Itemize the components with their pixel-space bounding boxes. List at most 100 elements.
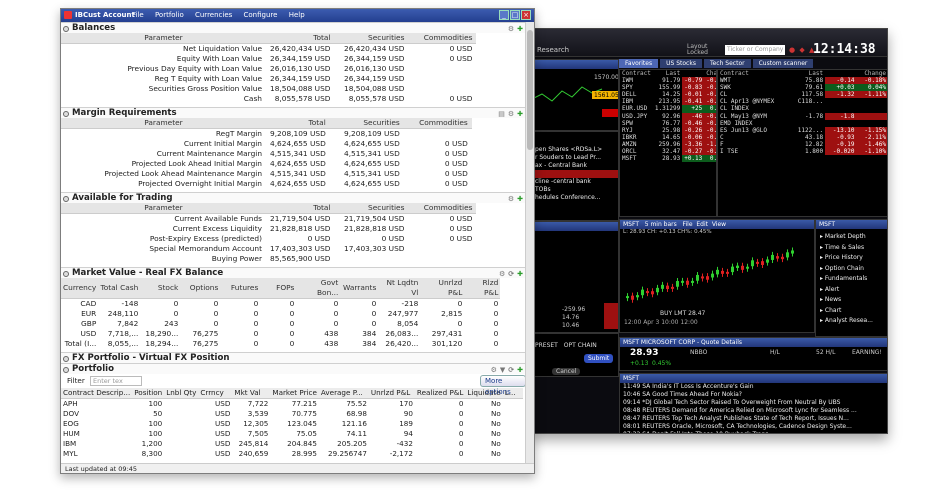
- column-header[interactable]: Futures: [220, 278, 261, 299]
- context-menu-item[interactable]: ▸ Time & Sales: [820, 243, 884, 254]
- news-item[interactable]: 08:47 REUTERS Top Tech Analyst Publishes…: [620, 415, 887, 423]
- column-header[interactable]: Total: [266, 118, 330, 129]
- column-header[interactable]: Contract Descrip...: [61, 388, 133, 399]
- preset-text[interactable]: PRESET: [535, 342, 558, 349]
- left-news-line[interactable]: hedules Conference...: [532, 194, 618, 202]
- watchlist-row[interactable]: ES Jun13 @GLO 1122... -13.10 -1.15%: [718, 126, 887, 134]
- column-header[interactable]: Market Price: [270, 388, 319, 399]
- chart-menu-file[interactable]: File: [683, 221, 693, 228]
- collapse-icon[interactable]: [63, 271, 69, 277]
- portfolio-row[interactable]: IBM 1,200 USD 245,814 204.845 205.205 -432 0 No: [61, 439, 523, 449]
- watchlist-row[interactable]: CL INDEX: [718, 105, 887, 112]
- settings-icon[interactable]: ⚙: [508, 195, 514, 203]
- column-header[interactable]: Securities: [334, 203, 409, 214]
- chart-menu-edit[interactable]: Edit: [696, 221, 708, 228]
- col-last[interactable]: Last: [653, 70, 682, 77]
- collapse-icon[interactable]: [63, 26, 69, 32]
- portfolio-row[interactable]: HUM 100 USD 7,505 75.05 74.11 94 0 No: [61, 429, 523, 439]
- watchlist-row[interactable]: IBM 213.95-0.41-0.19%: [620, 98, 716, 106]
- watchlist-row[interactable]: I TSE 1.800 -0.020 -1.10%: [718, 148, 887, 156]
- portfolio-row[interactable]: MYL 8,300 USD 240,659 28.995 29.256747 -2,172 0…: [61, 449, 523, 459]
- portfolio-row[interactable]: DOV 50 USD 3,539 70.775 68.98 90 0 No: [61, 409, 523, 419]
- watchlist-row[interactable]: IBKR 14.65-0.06-0.41%: [620, 133, 716, 141]
- col-last[interactable]: Last: [789, 70, 825, 77]
- context-menu-item[interactable]: ▸ Price History: [820, 253, 884, 264]
- watchlist-row[interactable]: USD.JPY 92.96-46-0.50%: [620, 112, 716, 120]
- watchlist-row[interactable]: CL Apr13 @NYMEX C118...: [718, 98, 887, 105]
- column-header[interactable]: Total Cash: [98, 278, 141, 299]
- context-menu-item[interactable]: ▸ Market Depth: [820, 232, 884, 243]
- column-header[interactable]: Commodities: [408, 203, 477, 214]
- section-portfolio[interactable]: Portfolio ⚙ ▼ ⟳ ✚: [61, 363, 526, 374]
- toolbar-icons[interactable]: ● ◆ ▲: [789, 46, 815, 54]
- tab-us-stocks[interactable]: US Stocks: [660, 59, 702, 68]
- column-header[interactable]: Realized P&L: [414, 388, 466, 399]
- column-header[interactable]: Govt Bon...: [296, 278, 341, 299]
- more-options-button[interactable]: More options: [480, 375, 526, 396]
- watchlist-row[interactable]: RYJ 25.98-0.26-0.99%: [620, 126, 716, 134]
- column-header[interactable]: Parameter: [61, 33, 266, 44]
- context-menu-item[interactable]: ▸ Fundamentals: [820, 274, 884, 285]
- section-trading[interactable]: Available for Trading ⚙ ✚: [61, 192, 526, 203]
- context-menu-item[interactable]: ▸ Alert: [820, 285, 884, 296]
- collapse-icon[interactable]: [63, 196, 69, 202]
- column-header[interactable]: Stock: [140, 278, 181, 299]
- left-news-line[interactable]: r Souders to Lead Pr...: [532, 154, 618, 162]
- watchlist-row[interactable]: EUR.USD 1.31299+250.20%: [620, 105, 716, 113]
- watchlist-row[interactable]: CL 117.58 -1.32 -1.11%: [718, 91, 887, 99]
- vertical-scrollbar[interactable]: [525, 22, 534, 465]
- expand-icon[interactable]: ✚: [517, 195, 523, 203]
- left-news-line[interactable]: TOBs: [532, 186, 618, 194]
- column-header[interactable]: Nt Lqdtn Vl: [378, 278, 421, 299]
- column-header[interactable]: Options: [180, 278, 221, 299]
- col-contract[interactable]: Contract: [718, 70, 789, 77]
- section-fx-portfolio[interactable]: FX Portfolio - Virtual FX Position: [61, 352, 526, 363]
- refresh-icon[interactable]: ⟳: [508, 270, 514, 278]
- collapse-icon[interactable]: [63, 356, 69, 362]
- left-news-line[interactable]: pen Shares <RDSa.L>: [532, 146, 618, 154]
- column-header[interactable]: Commodities: [403, 118, 472, 129]
- portfolio-row[interactable]: APH 100 USD 7,722 77.215 75.52 170 0 No: [61, 399, 523, 410]
- column-header[interactable]: FOPs: [260, 278, 297, 299]
- column-header[interactable]: Mkt Val: [232, 388, 271, 399]
- watchlist-row[interactable]: MSFT 28.93+0.130.45%: [620, 155, 716, 163]
- watchlist-row[interactable]: EMD INDEX: [718, 120, 887, 127]
- refresh-icon[interactable]: ⟳: [508, 366, 514, 374]
- section-margin[interactable]: Margin Requirements ▤ ⚙ ✚: [61, 107, 526, 118]
- close-icon[interactable]: ×: [521, 10, 531, 20]
- section-balances[interactable]: Balances ⚙ ✚: [61, 22, 526, 33]
- watchlist-row[interactable]: WMT 75.88 -0.14 -0.18%: [718, 77, 887, 85]
- expand-icon[interactable]: ✚: [517, 270, 523, 278]
- expand-icon[interactable]: ✚: [517, 25, 523, 33]
- collapse-icon[interactable]: [63, 367, 69, 373]
- watchlist-row[interactable]: C 43.18 -0.93 -2.11%: [718, 133, 887, 141]
- watchlist-row[interactable]: F 12.82 -0.19 -1.46%: [718, 140, 887, 149]
- menu-file[interactable]: File: [132, 11, 144, 19]
- context-menu-item[interactable]: ▸ Option Chain: [820, 264, 884, 275]
- column-header[interactable]: Crrncy: [198, 388, 233, 399]
- context-menu-item[interactable]: ▸ Chart: [820, 306, 884, 317]
- left-news-line[interactable]: cline -central bank: [532, 178, 618, 186]
- expand-icon[interactable]: ✚: [517, 110, 523, 118]
- collapse-icon[interactable]: [63, 111, 69, 117]
- news-item[interactable]: 09:14 *DJ Global Tech Sector Raised To O…: [620, 399, 887, 407]
- column-header[interactable]: Total: [266, 203, 335, 214]
- column-header[interactable]: Average P...: [318, 388, 369, 399]
- cancel-button[interactable]: Cancel: [552, 368, 581, 375]
- section-market-value[interactable]: Market Value - Real FX Balance ⚙ ⟳ ✚: [61, 267, 526, 278]
- chart-menu-view[interactable]: View: [712, 221, 726, 228]
- tab-tech-sector[interactable]: Tech Sector: [703, 59, 751, 68]
- col-change[interactable]: Change: [682, 70, 716, 77]
- watchlist-row[interactable]: ORCL 32.47-0.27-0.82%: [620, 148, 716, 156]
- tab-custom-scanner[interactable]: Custom scanner: [752, 59, 814, 68]
- col-change[interactable]: Change: [825, 70, 887, 77]
- left-news-line[interactable]: ax - Central Bank: [532, 162, 618, 170]
- settings-icon[interactable]: ⚙: [508, 25, 514, 33]
- settings-icon[interactable]: ⚙: [508, 110, 514, 118]
- watchlist-row[interactable]: DELL 14.25-0.01-0.07%: [620, 91, 716, 99]
- menu-configure[interactable]: Configure: [244, 11, 278, 19]
- settings-icon[interactable]: ⚙: [491, 366, 497, 374]
- column-header[interactable]: Parameter: [61, 118, 266, 129]
- menu-portfolio[interactable]: Portfolio: [155, 11, 184, 19]
- chart-icon[interactable]: ▤: [498, 110, 505, 118]
